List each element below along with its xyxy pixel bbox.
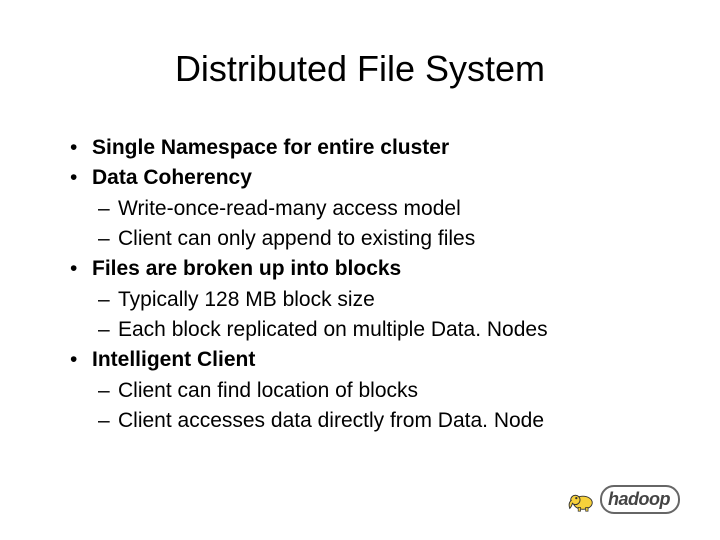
bullet-item: Intelligent Client — [70, 346, 670, 374]
sub-bullet-item: Typically 128 MB block size — [70, 286, 670, 314]
bullet-item: Files are broken up into blocks — [70, 255, 670, 283]
sub-bullet-item: Client accesses data directly from Data.… — [70, 407, 670, 435]
bullet-item: Single Namespace for entire cluster — [70, 134, 670, 162]
slide-content: Single Namespace for entire cluster Data… — [50, 134, 670, 435]
sub-bullet-item: Each block replicated on multiple Data. … — [70, 316, 670, 344]
sub-bullet-item: Client can only append to existing files — [70, 225, 670, 253]
logo-text: hadoop — [600, 485, 680, 514]
hadoop-logo: hadoop — [566, 484, 696, 518]
hadoop-elephant-icon — [566, 484, 596, 514]
sub-bullet-item: Write-once-read-many access model — [70, 195, 670, 223]
slide-title: Distributed File System — [50, 48, 670, 90]
sub-bullet-item: Client can find location of blocks — [70, 377, 670, 405]
bullet-item: Data Coherency — [70, 164, 670, 192]
slide: Distributed File System Single Namespace… — [0, 0, 720, 540]
logo-inner: hadoop — [566, 484, 696, 514]
